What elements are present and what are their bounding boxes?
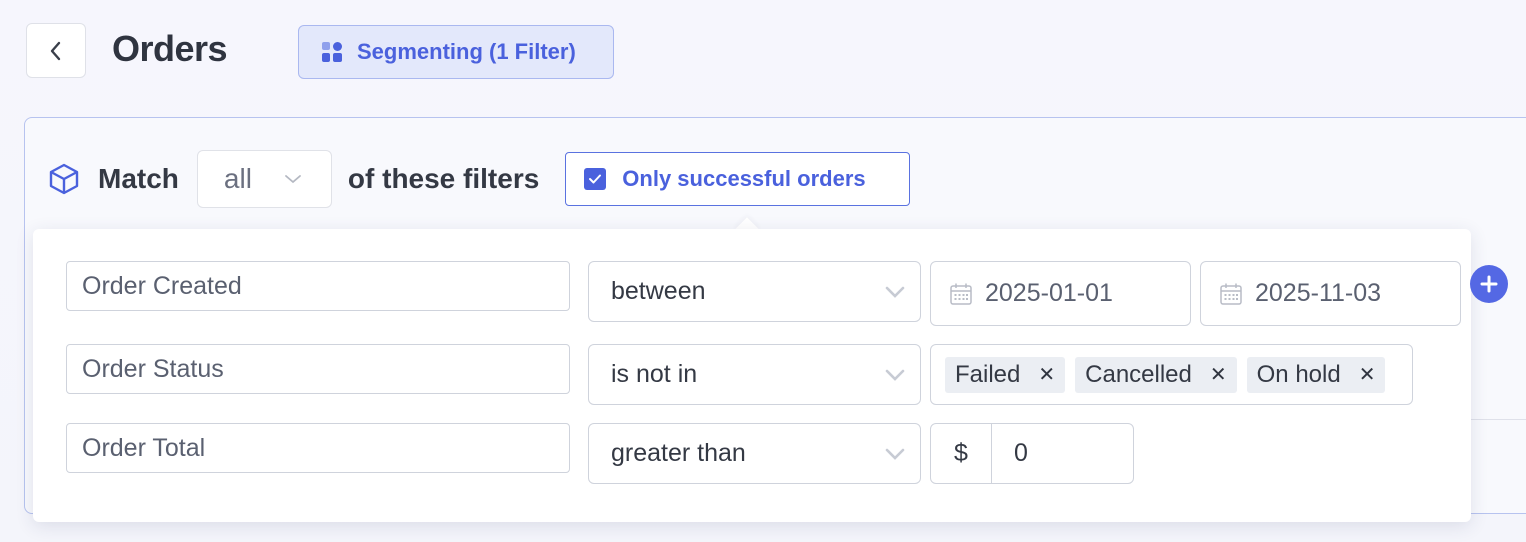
tag-label: Cancelled xyxy=(1085,360,1192,388)
plus-icon xyxy=(1480,275,1498,293)
filter-field-order-created[interactable]: Order Created xyxy=(66,261,570,311)
only-successful-label: Only successful orders xyxy=(622,166,866,191)
check-icon xyxy=(589,174,602,184)
filter-field-order-total[interactable]: Order Total xyxy=(66,423,570,473)
panel-divider xyxy=(1470,419,1526,420)
date-to-value: 2025-11-03 xyxy=(1255,279,1382,307)
tag-label: Failed xyxy=(955,360,1021,388)
tag-on-hold: On hold ✕ xyxy=(1246,356,1386,393)
calendar-icon xyxy=(950,283,972,305)
match-label: Match xyxy=(98,163,179,194)
only-successful-checkbox[interactable] xyxy=(584,168,607,190)
status-tags-input[interactable]: Failed ✕ Cancelled ✕ On hold ✕ xyxy=(930,344,1413,405)
amount-value[interactable]: 0 xyxy=(992,424,1028,483)
chevron-down-icon xyxy=(885,369,905,381)
segmenting-label: Segmenting (1 Filter) xyxy=(357,39,576,64)
add-filter-button[interactable] xyxy=(1470,265,1508,303)
cube-icon xyxy=(49,163,79,195)
chevron-down-icon xyxy=(885,286,905,298)
tag-cancelled: Cancelled ✕ xyxy=(1075,356,1237,393)
remove-tag-icon[interactable]: ✕ xyxy=(1359,362,1376,387)
operator-value: is not in xyxy=(611,360,698,388)
tag-failed: Failed ✕ xyxy=(945,356,1066,393)
page-title: Orders xyxy=(112,28,228,69)
remove-tag-icon[interactable]: ✕ xyxy=(1210,362,1227,387)
chevron-down-icon xyxy=(885,448,905,460)
filter-field-label: Order Total xyxy=(82,433,206,462)
date-to-input[interactable]: 2025-11-03 xyxy=(1200,261,1461,326)
chevron-down-icon xyxy=(285,175,301,184)
filter-field-order-status[interactable]: Order Status xyxy=(66,344,570,394)
grid-icon xyxy=(322,42,342,62)
chevron-left-icon xyxy=(50,41,61,60)
match-row: Match all of these filters Only successf… xyxy=(48,150,911,208)
only-successful-toggle[interactable]: Only successful orders xyxy=(565,152,911,206)
match-mode-select[interactable]: all xyxy=(196,150,332,208)
filter-field-label: Order Status xyxy=(82,354,224,383)
match-mode-value: all xyxy=(223,163,252,194)
segmenting-button[interactable]: Segmenting (1 Filter) xyxy=(298,25,614,79)
operator-select-order-status[interactable]: is not in xyxy=(588,344,921,405)
operator-select-order-total[interactable]: greater than xyxy=(588,423,921,484)
currency-prefix: $ xyxy=(931,424,992,483)
operator-value: greater than xyxy=(611,439,746,467)
filters-label: of these filters xyxy=(347,163,540,194)
date-from-input[interactable]: 2025-01-01 xyxy=(930,261,1191,326)
operator-value: between xyxy=(611,277,706,305)
order-total-amount-input[interactable]: $ 0 xyxy=(930,423,1134,484)
calendar-icon xyxy=(1220,283,1242,305)
filter-field-label: Order Created xyxy=(82,271,242,300)
remove-tag-icon[interactable]: ✕ xyxy=(1038,362,1055,387)
date-from-value: 2025-01-01 xyxy=(985,279,1113,307)
tag-label: On hold xyxy=(1256,360,1341,388)
back-button[interactable] xyxy=(26,23,86,78)
operator-select-order-created[interactable]: between xyxy=(588,261,921,322)
